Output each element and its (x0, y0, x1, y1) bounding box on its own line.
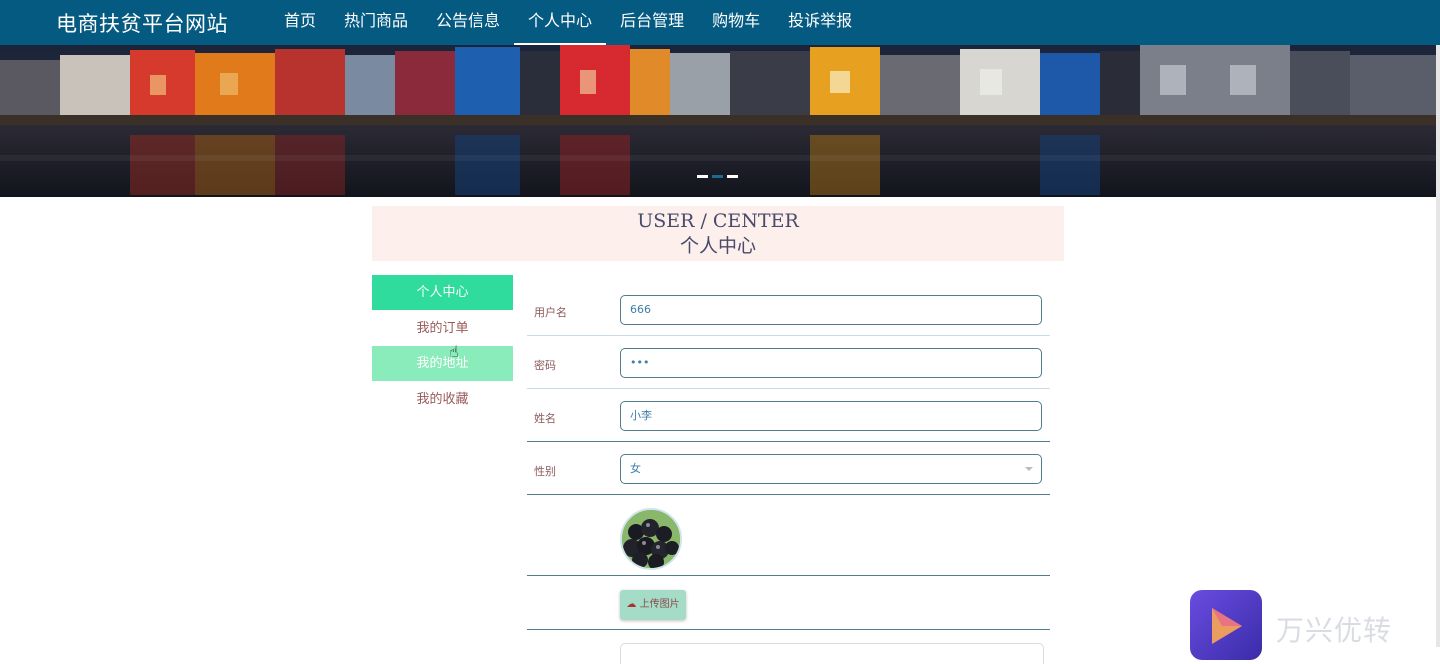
sidebar-item-user-center[interactable]: 个人中心 (372, 275, 513, 310)
page-scrollbar[interactable] (1436, 45, 1440, 647)
sidebar-item-my-orders[interactable]: 我的订单 (372, 311, 513, 346)
profile-form: 用户名 666 密码 ••• 姓名 小李 性别 女 ☁ 上传图片 (527, 283, 1050, 664)
nav-item-hot-products[interactable]: 热门商品 (330, 0, 422, 45)
sidebar-item-my-address[interactable]: 我的地址 (372, 346, 513, 381)
password-label: 密码 (534, 359, 556, 372)
gender-value: 女 (630, 462, 641, 475)
name-input[interactable]: 小李 (620, 401, 1042, 431)
name-label: 姓名 (534, 412, 556, 425)
hand-cursor-icon: ☝ (449, 342, 459, 361)
carousel-dot-2[interactable] (712, 175, 723, 178)
site-brand[interactable]: 电商扶贫平台网站 (56, 8, 228, 38)
nav-item-user-center[interactable]: 个人中心 (514, 0, 607, 45)
carousel-dot-3[interactable] (727, 175, 738, 178)
form-row-password: 密码 ••• (527, 336, 1050, 389)
sidebar-item-my-favorites[interactable]: 我的收藏 (372, 382, 513, 417)
form-row-username: 用户名 666 (527, 283, 1050, 336)
top-navbar: 电商扶贫平台网站 首页 热门商品 公告信息 个人中心 后台管理 购物车 投诉举报 (0, 0, 1440, 45)
nav-item-announcements[interactable]: 公告信息 (422, 0, 514, 45)
user-sidebar: 个人中心 我的订单 我的地址 我的收藏 (372, 275, 513, 417)
carousel-indicators (697, 175, 738, 178)
avatar (620, 508, 682, 570)
gender-label: 性别 (534, 465, 556, 478)
section-title-en: USER / CENTER (637, 210, 799, 232)
nav-menu: 首页 热门商品 公告信息 个人中心 后台管理 购物车 投诉举报 (270, 0, 866, 45)
nav-item-admin[interactable]: 后台管理 (606, 0, 698, 45)
gender-select[interactable]: 女 (620, 454, 1042, 484)
next-field-input[interactable] (620, 643, 1044, 664)
section-title-cn: 个人中心 (679, 235, 756, 257)
upload-image-button[interactable]: ☁ 上传图片 (620, 590, 686, 620)
watermark-text: 万兴优转 (1276, 614, 1393, 647)
form-row-avatar (527, 495, 1050, 576)
username-input[interactable]: 666 (620, 295, 1042, 325)
watermark-logo-icon (1190, 590, 1262, 660)
form-row-name: 姓名 小李 (527, 389, 1050, 442)
chevron-down-icon (1025, 467, 1033, 471)
nav-item-home[interactable]: 首页 (270, 0, 330, 45)
cloud-upload-icon: ☁ (626, 599, 637, 610)
nav-item-cart[interactable]: 购物车 (698, 0, 774, 45)
upload-button-label: 上传图片 (639, 599, 680, 610)
form-row-next (527, 630, 1050, 664)
nav-item-complaints[interactable]: 投诉举报 (774, 0, 866, 45)
form-row-upload: ☁ 上传图片 (527, 576, 1050, 630)
section-header: USER / CENTER 个人中心 (372, 206, 1064, 261)
username-label: 用户名 (534, 306, 567, 319)
carousel-dot-1[interactable] (697, 175, 708, 178)
form-row-gender: 性别 女 (527, 442, 1050, 495)
password-input[interactable]: ••• (620, 348, 1042, 378)
